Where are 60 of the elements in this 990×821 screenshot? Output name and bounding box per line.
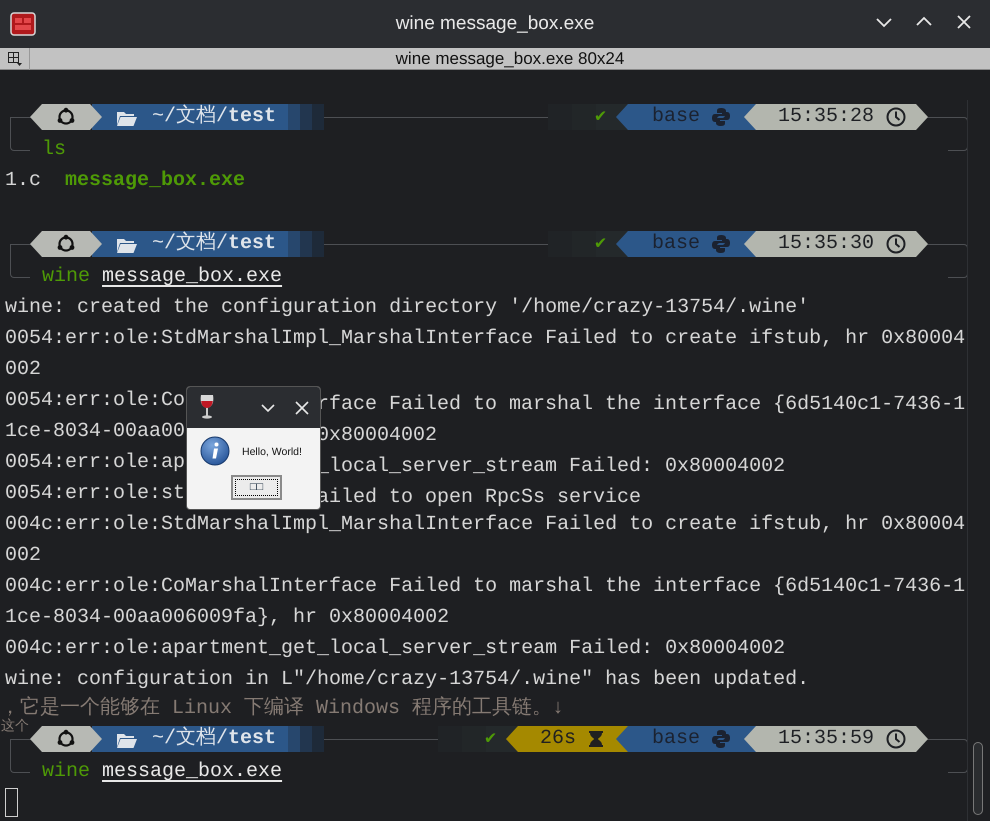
status-check: ✔	[595, 106, 606, 129]
output-text: 0054:err:ole:Co	[5, 389, 186, 412]
python-icon	[712, 729, 730, 749]
output-text: 1ce-8034-00aa006009fa}, hr 0x80004002	[5, 606, 450, 629]
command-name: wine	[42, 265, 90, 288]
command-argument: message_box.exe	[102, 760, 282, 783]
output-text: _local_server_stream Failed: 0x80004002	[317, 454, 786, 480]
hourglass-icon	[588, 730, 604, 748]
ghost-text: 这个	[1, 718, 29, 736]
output-text: 004c:err:ole:CoMarshalInterface Failed to marshal the interface {6d5140c1-7436-1	[5, 575, 966, 598]
segment-cap	[288, 104, 324, 130]
segment-cap	[288, 231, 324, 257]
os-icon	[56, 107, 76, 127]
app-icon	[10, 12, 36, 36]
tab-menu-icon[interactable]	[6, 51, 22, 67]
output-text: wine: configuration in L"/home/crazy-13754/.wine" has been updated.	[5, 668, 810, 691]
path-text: ~/文档/test	[152, 726, 276, 752]
clock-icon	[886, 234, 906, 254]
close-icon	[293, 399, 311, 417]
tab-title[interactable]: wine message_box.exe 80x24	[396, 49, 624, 68]
command-argument: message_box.exe	[102, 265, 282, 288]
time-text: 15:35:30	[778, 231, 874, 257]
python-icon	[712, 107, 730, 127]
scrollbar-thumb[interactable]	[973, 742, 983, 815]
python-icon	[712, 234, 730, 254]
output-text: 1ce-8034-00aa00	[5, 420, 186, 443]
ok-button[interactable]: □□	[231, 475, 282, 500]
output-text: 004c:err:ole:apartment_get_local_server_stream Failed: 0x80004002	[5, 637, 786, 660]
duration-text: 26s	[540, 726, 576, 752]
output-text: message_box.exe	[65, 169, 246, 192]
os-icon	[56, 234, 76, 254]
time-text: 15:35:28	[778, 104, 874, 130]
command-name: wine	[42, 760, 90, 783]
output-text: 0054:err:ole:StdMarshalImpl_MarshalInterface Failed to create ifstub, hr 0x80004	[5, 327, 966, 350]
env-text: base	[652, 104, 700, 130]
os-icon	[56, 729, 76, 749]
info-icon	[200, 436, 230, 466]
clock-icon	[886, 107, 906, 127]
window-title: wine message_box.exe	[396, 12, 594, 36]
command-name: ls	[42, 138, 66, 161]
env-text: base	[652, 726, 700, 752]
output-text: 002	[5, 358, 42, 381]
segment-cap	[288, 726, 324, 752]
env-text: base	[652, 231, 700, 257]
output-text: 0054:err:ole:st	[5, 482, 186, 505]
wine-glass-icon	[198, 393, 216, 421]
path-text: ~/文档/test	[152, 104, 276, 130]
output-text: 002	[5, 544, 42, 567]
path-text: ~/文档/test	[152, 231, 276, 257]
clock-icon	[886, 729, 906, 749]
output-text: wine: created the configuration directory '/home/crazy-13754/.wine'	[5, 296, 810, 319]
output-text: 1.c	[5, 169, 42, 192]
time-text: 15:35:59	[778, 726, 874, 752]
status-check: ✔	[485, 728, 496, 751]
output-text: 0x80004002	[317, 423, 438, 449]
output-text: 0054:err:ole:ap	[5, 451, 186, 474]
status-check: ✔	[595, 233, 606, 256]
text-cursor	[5, 788, 18, 817]
output-text: 004c:err:ole:StdMarshalImpl_MarshalInterface Failed to create ifstub, hr 0x80004	[5, 513, 966, 536]
message-text: Hello, World!	[242, 445, 302, 460]
